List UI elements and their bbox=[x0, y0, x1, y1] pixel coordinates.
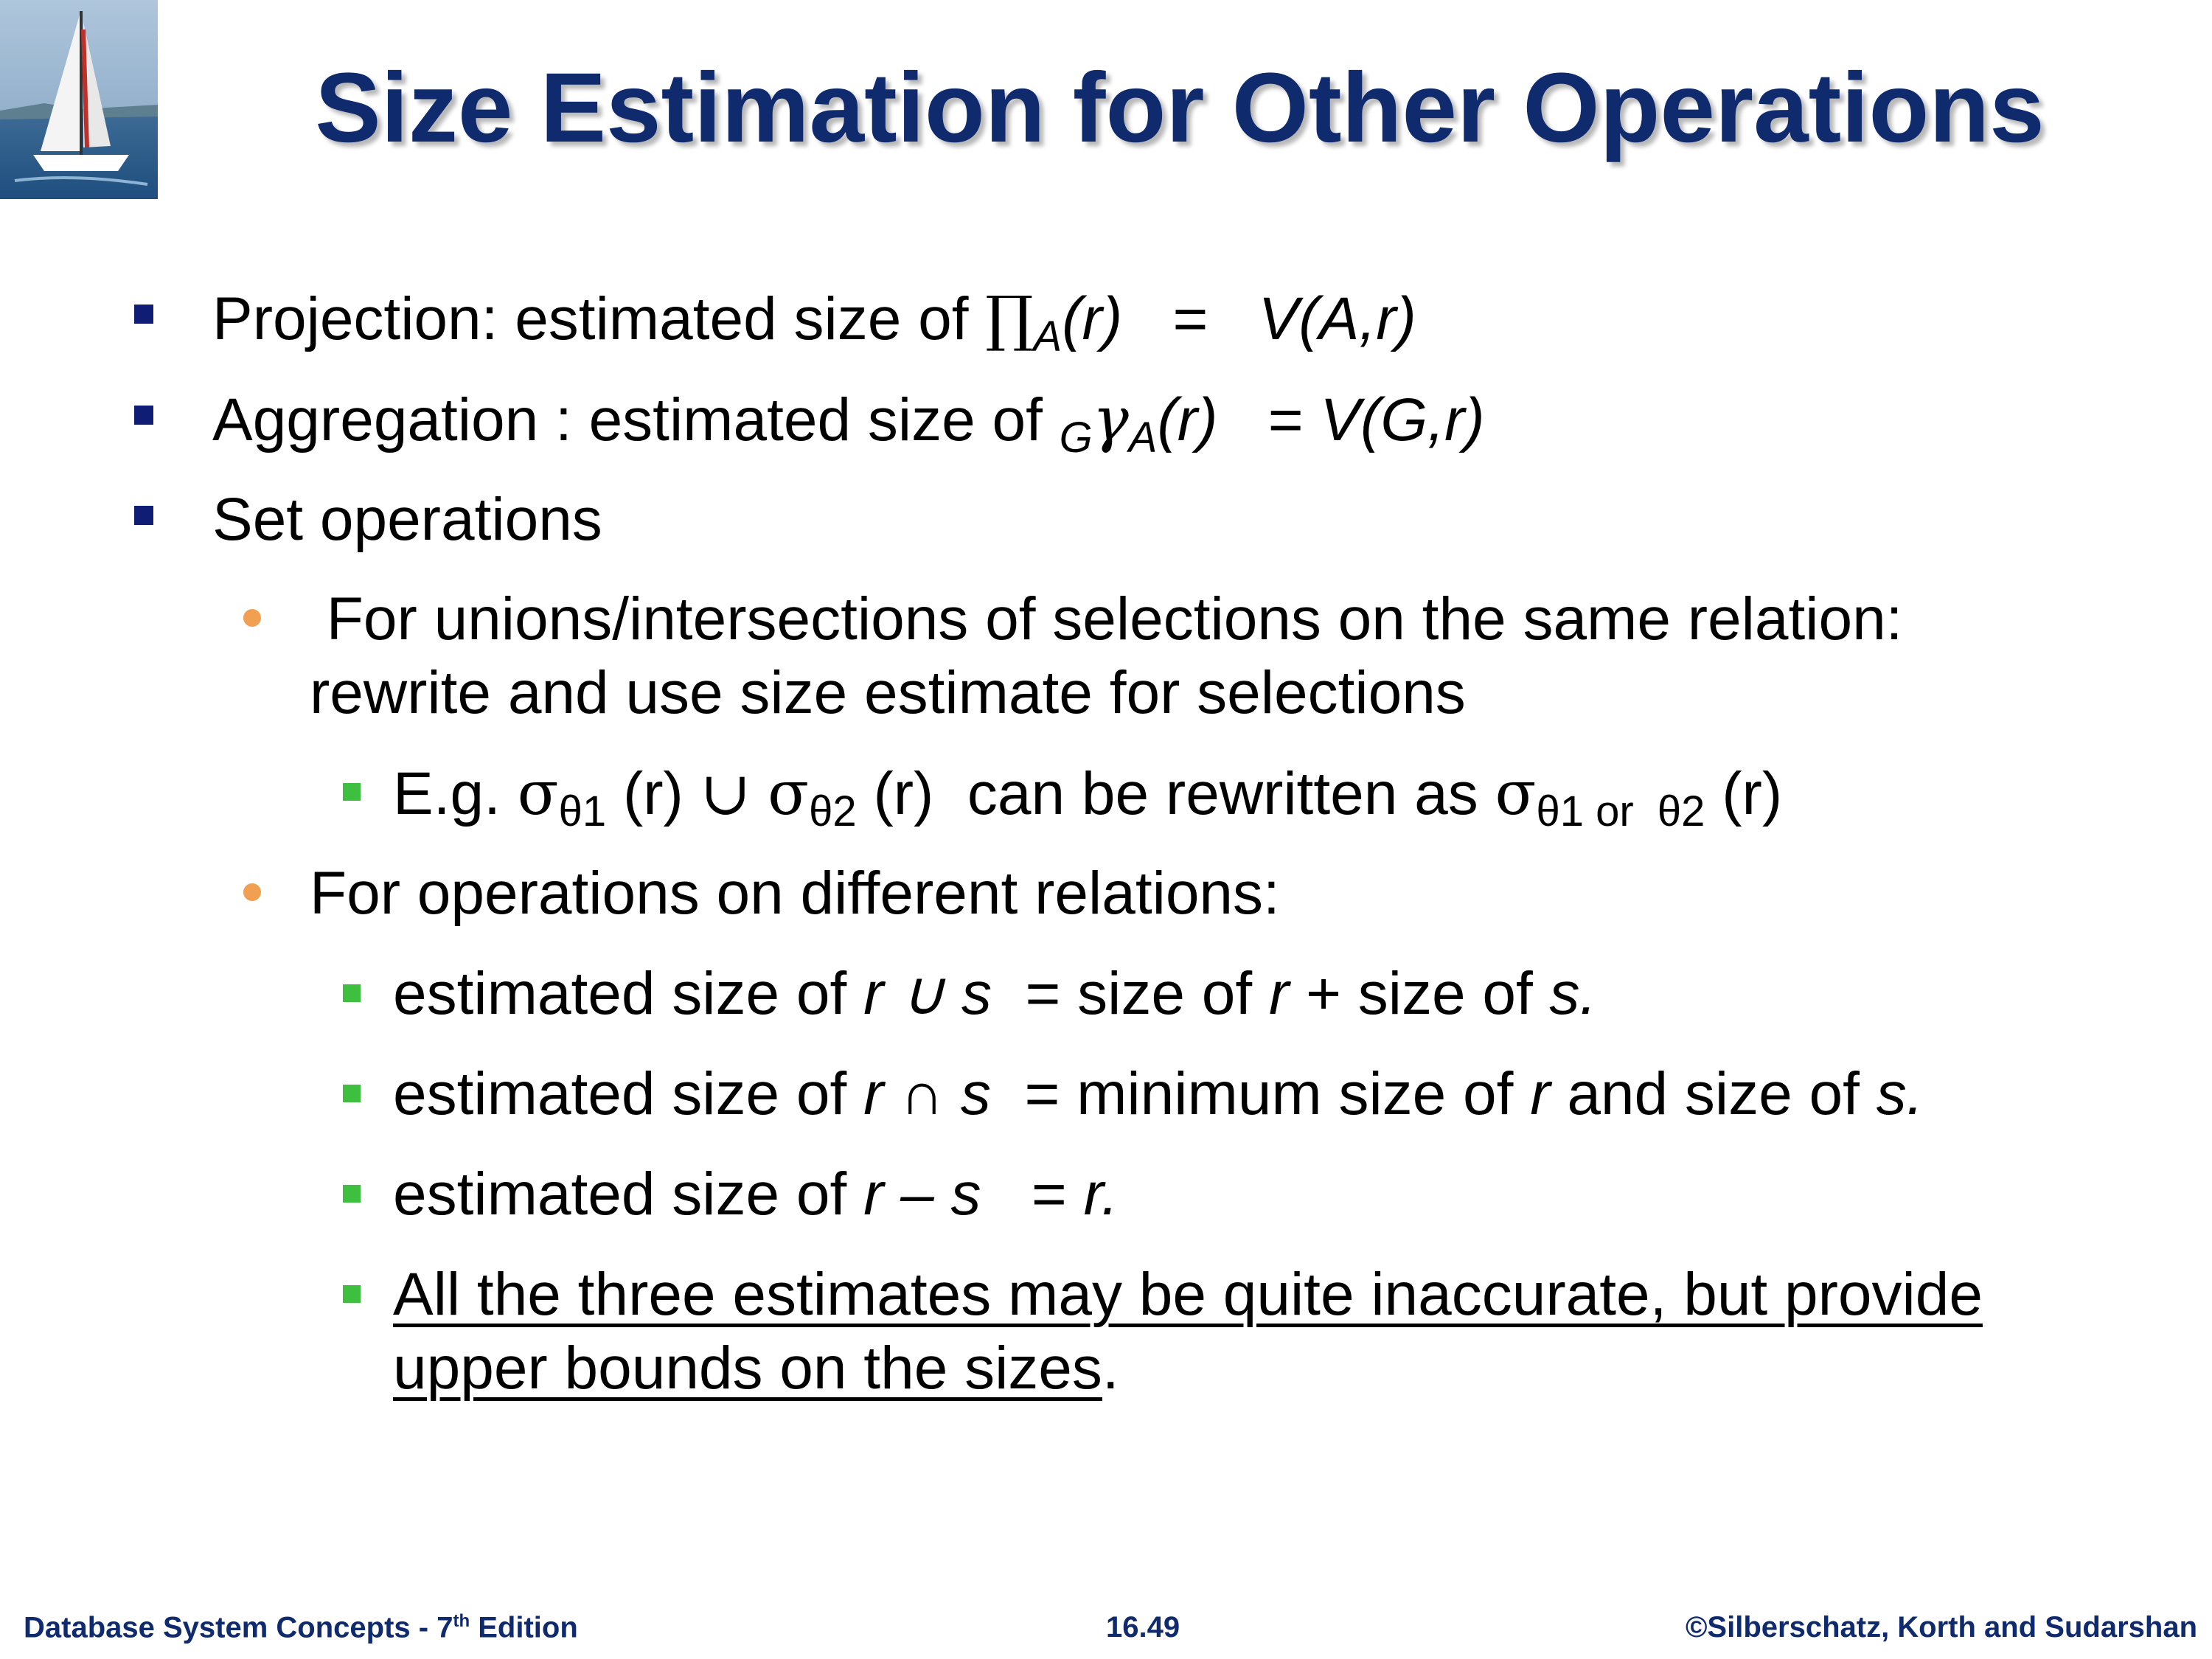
level3-bullet bbox=[343, 1085, 361, 1102]
level2-bullet bbox=[243, 883, 261, 901]
level3-bullet bbox=[343, 1285, 361, 1303]
selection-rewrite-example: E.g. σθ1 (r) ∪ σθ2 (r) can be rewritten … bbox=[393, 759, 1783, 835]
level3-bullet bbox=[343, 1185, 361, 1203]
level3-bullet bbox=[343, 984, 361, 1002]
slide-title: Size Estimation for Other Operations bbox=[315, 53, 2045, 163]
set-operations-item: Set operations bbox=[212, 486, 602, 553]
union-estimate: estimated size of r ∪ s = size of r + si… bbox=[393, 960, 1597, 1027]
unions-line-1: For unions/intersections of selections o… bbox=[310, 585, 1903, 653]
page-number: 16.49 bbox=[1106, 1611, 1180, 1644]
sailboat-logo bbox=[0, 0, 158, 199]
slide-footer: Database System Concepts - 7th Edition 1… bbox=[0, 1611, 2212, 1655]
accuracy-note-line-1: All the three estimates may be quite ina… bbox=[393, 1261, 1983, 1328]
footer-copyright: ©Silberschatz, Korth and Sudarshan bbox=[1685, 1611, 2197, 1644]
projection-item: Projection: estimated size of ∏A(r) = V(… bbox=[212, 284, 1416, 361]
difference-estimate: estimated size of r – s = r. bbox=[393, 1161, 1119, 1228]
intersection-estimate: estimated size of r ∩ s = minimum size o… bbox=[393, 1060, 1924, 1127]
footer-book-title: Database System Concepts - 7th Edition bbox=[24, 1611, 578, 1644]
level3-bullet bbox=[343, 783, 361, 801]
level1-bullet bbox=[134, 305, 153, 324]
level1-bullet bbox=[134, 406, 153, 425]
aggregation-item: Aggregation : estimated size of GγA(r) =… bbox=[212, 385, 1485, 462]
different-relations-item: For operations on different relations: bbox=[310, 860, 1280, 927]
unions-line-2: rewrite and use size estimate for select… bbox=[310, 659, 1466, 726]
level2-bullet bbox=[243, 609, 261, 627]
level1-bullet bbox=[134, 506, 153, 525]
accuracy-note-line-2: upper bounds on the sizes. bbox=[393, 1335, 1119, 1402]
